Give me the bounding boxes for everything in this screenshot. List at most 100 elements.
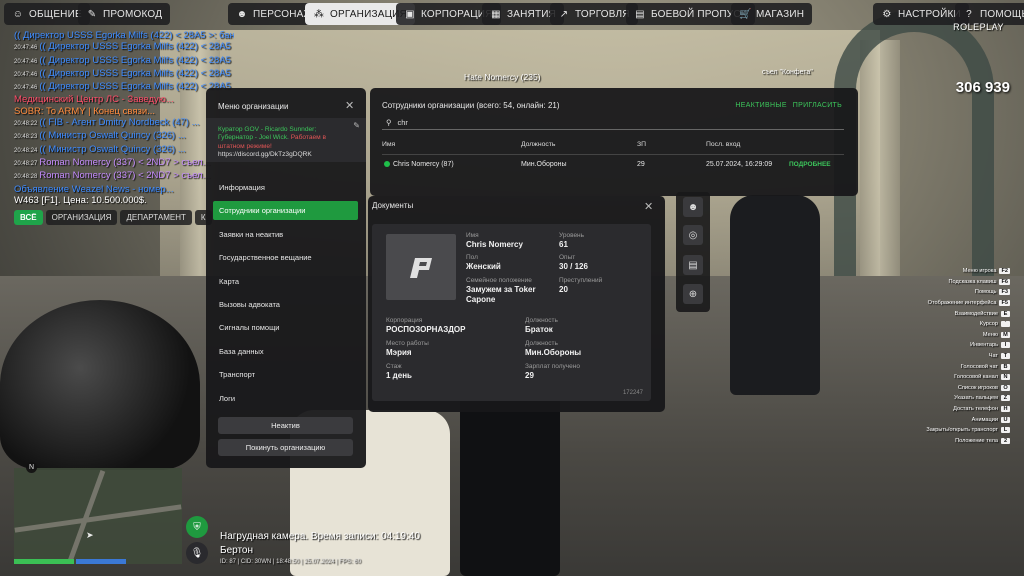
chat-line: 20:47:46(( Директор USSS Egorka Milfs (4…: [14, 81, 234, 94]
employee-salary: 29: [637, 161, 645, 168]
invite-link[interactable]: ПРИГЛАСИТЬ: [793, 102, 842, 109]
armor-bar: [76, 559, 126, 564]
employees-panel: Сотрудники организации (всего: 54, онлай…: [370, 88, 858, 196]
hotkey-hint: Закрыть/открыть транспорт L: [926, 425, 1010, 436]
chat-log: (( Директор USSS Egorka Milfs (422) < 28…: [14, 30, 234, 206]
hotkey-key: F3: [999, 289, 1010, 296]
curator-note: ✎ Куратор GOV - Ricardo Sunnder; Губерна…: [206, 118, 366, 162]
nav-shop-button[interactable]: 🛒 МАГАЗИН: [731, 3, 813, 25]
field-family: Замужем за Toker Capone: [466, 285, 536, 304]
microphone-icon[interactable]: 🎙: [186, 542, 208, 564]
curator-line-alert: штатном режиме!: [218, 142, 272, 150]
chat-line: 20:48:24(( Министр Oswalt Quincy (326) .…: [14, 144, 234, 157]
logo-icon: [410, 258, 432, 278]
hotkey-key: B: [1001, 363, 1010, 370]
details-link[interactable]: ПОДРОБНЕЕ: [789, 161, 831, 168]
chat-icon: ☺: [12, 8, 24, 20]
chat-timestamp: 20:48:23: [14, 134, 38, 141]
leave-organization-button[interactable]: Покинуть организацию: [218, 439, 353, 456]
column-header-name[interactable]: Имя: [382, 141, 395, 148]
org-menu-item[interactable]: Карта: [213, 272, 358, 291]
inactive-link[interactable]: НЕАКТИВНЫЕ: [735, 102, 786, 109]
gear-icon: ⚙: [882, 8, 892, 20]
chat-line: 20:48:27 Roman Nomercy (337) < 2ND7 > съе…: [14, 157, 234, 170]
column-header-salary[interactable]: ЗП: [637, 141, 646, 148]
nav-label: ЗАНЯТИЯ: [507, 8, 557, 20]
column-header-last-login[interactable]: Посл. вход: [706, 141, 740, 148]
org-menu-item[interactable]: Государственное вещание: [213, 248, 358, 267]
minimap[interactable]: N ➤: [14, 462, 182, 564]
hotkey-hint: Достать телефон H: [953, 404, 1010, 415]
hotkey-hint: Чат T: [989, 351, 1010, 362]
field-label: Должность: [525, 340, 558, 347]
hotkey-hint: Взаимодействие E: [955, 308, 1010, 319]
field-corporation: РОСПОЗОРНАЗДОР: [386, 325, 466, 334]
hotkey-label: Список игроков: [957, 384, 998, 391]
map-road: [14, 504, 182, 533]
chat-line: W463 [F1]. Цена: 10.500.000$.: [14, 195, 234, 206]
org-menu-title: Меню организации: [218, 102, 289, 111]
chat-message: Объявление Weazel News - номер...: [14, 183, 174, 195]
inactive-button[interactable]: Неактив: [218, 417, 353, 434]
column-header-position[interactable]: Должность: [521, 141, 555, 148]
org-menu-item[interactable]: Транспорт: [213, 365, 358, 384]
chat-tab-all[interactable]: ВСЁ: [14, 210, 43, 225]
hotkey-key: N: [1001, 374, 1010, 381]
hotkey-hint: Курсор `: [980, 319, 1010, 330]
field-label: Стаж: [386, 363, 402, 370]
org-menu-item[interactable]: Вызовы адвоката: [213, 295, 358, 314]
field-salary-received: 29: [525, 371, 534, 380]
hotkey-label: Анимации: [971, 416, 998, 423]
chat-line: 20:48:23(( Министр Oswalt Quincy (326) .…: [14, 130, 234, 143]
nav-chat-button[interactable]: ☺ ОБЩЕНИЕ: [4, 3, 90, 25]
green-arch: [834, 10, 994, 310]
org-menu-item[interactable]: Сотрудники организации: [213, 201, 358, 221]
org-menu-item[interactable]: Логи: [213, 389, 358, 408]
field-exp: 30 / 126: [559, 262, 588, 271]
help-icon: ?: [966, 8, 972, 20]
field-work-position: Мин.Обороны: [525, 348, 582, 357]
cart-icon: 🛒: [739, 8, 752, 20]
search-input[interactable]: chr: [398, 118, 408, 127]
divider: [382, 154, 844, 155]
chat-tab-department[interactable]: ДЕПАРТАМЕНТ: [120, 210, 192, 225]
field-label: Семейное положение: [466, 277, 532, 284]
nav-promocode-button[interactable]: ✎ ПРОМОКОД: [78, 3, 171, 25]
field-label: Уровень: [559, 232, 585, 239]
magnifier-icon[interactable]: ⊕: [683, 284, 703, 304]
chat-message: (( Министр Oswalt Quincy (326) ...: [39, 143, 186, 155]
group-icon: ⁂: [313, 8, 325, 20]
employee-search[interactable]: ⚲ chr: [382, 116, 844, 130]
field-label: Корпорация: [386, 317, 423, 324]
field-label: Опыт: [559, 254, 576, 261]
chat-line: Медицинский Центр ЛС - Заведую...: [14, 94, 234, 105]
person-icon[interactable]: ☻: [683, 197, 703, 217]
chat-tab-organization[interactable]: ОРГАНИЗАЦИЯ: [45, 210, 118, 225]
org-menu-item[interactable]: База данных: [213, 342, 358, 361]
nav-label: ПОМОЩЬ: [980, 8, 1024, 20]
document-icon[interactable]: ▤: [683, 255, 703, 275]
field-crimes: 20: [559, 285, 568, 294]
field-label: Имя: [466, 232, 479, 239]
employees-title: Сотрудники организации (всего: 54, онлай…: [382, 101, 560, 110]
nav-trade-button[interactable]: ↗ ТОРГОВЛЯ: [550, 3, 638, 25]
steering-wheel-icon[interactable]: ◎: [683, 225, 703, 245]
org-menu-item[interactable]: Заявки на неактив: [213, 225, 358, 244]
field-name: Chris Nomercy: [466, 240, 523, 249]
hotkey-label: Положение тела: [955, 437, 998, 444]
chat-message: (( FIB - Агент Dmitry Nordbeck (47) ...: [39, 117, 200, 129]
hotkey-hint: Указать пальцем Z: [954, 393, 1010, 404]
player-arrow-icon: ➤: [86, 530, 94, 540]
org-menu-item[interactable]: Информация: [213, 178, 358, 197]
chat-timestamp: 20:48:28: [14, 174, 38, 181]
field-label: Зарплат получено: [525, 363, 580, 370]
hotkey-key: U: [1001, 416, 1010, 423]
hotkey-key: I: [1001, 342, 1010, 349]
close-icon[interactable]: ✕: [345, 99, 354, 112]
discord-link[interactable]: https://discord.gg/DkTz3gDQRK: [218, 151, 354, 159]
edit-icon[interactable]: ✎: [353, 121, 360, 130]
org-menu-item[interactable]: Сигналы помощи: [213, 318, 358, 337]
close-icon[interactable]: ✕: [644, 200, 653, 213]
employee-name: Chris Nomercy (87): [384, 161, 454, 168]
chat-message: (( Директор USSS Egorka Milfs (422) < 28…: [14, 30, 234, 41]
